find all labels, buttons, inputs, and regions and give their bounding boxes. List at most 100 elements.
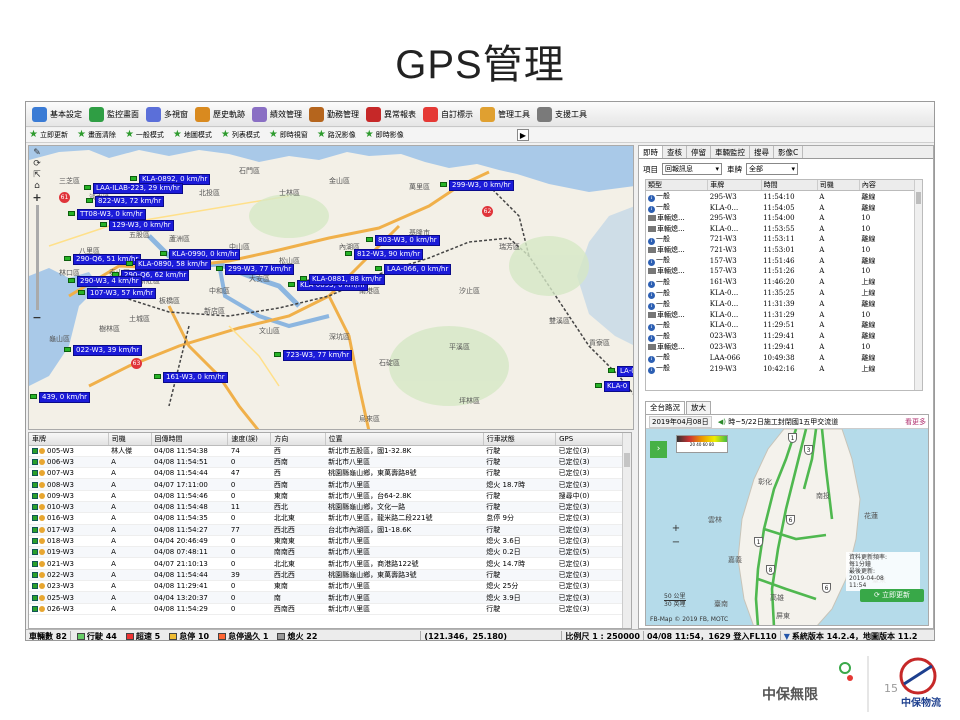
vehicle-icon[interactable] bbox=[78, 290, 85, 295]
grid-header-cell[interactable]: 方向 bbox=[270, 433, 326, 446]
toolbar-button-4[interactable]: 績效管理 bbox=[249, 104, 305, 125]
vehicle-icon[interactable] bbox=[375, 266, 382, 271]
event-row[interactable]: i 一般 161-W3 11:46:20 A 上線 bbox=[646, 277, 916, 288]
table-row[interactable]: 021-W3 A 04/07 21:10:13 0 北北東 新北市八里區，商港路122號熄… bbox=[29, 557, 624, 570]
vehicle-label[interactable]: 299-W3, 0 km/hr bbox=[449, 180, 514, 191]
vehicle-icon[interactable] bbox=[64, 256, 71, 261]
map-poi-marker[interactable]: 63 bbox=[131, 358, 142, 369]
filter-item-select[interactable]: 回報訊息 ▾ bbox=[662, 163, 722, 175]
vehicle-label[interactable]: KLA-0 bbox=[604, 381, 631, 392]
event-row[interactable]: 車輛熄... 295-W3 11:54:00 A 10 bbox=[646, 213, 916, 223]
zoom-in-icon[interactable]: + bbox=[32, 192, 41, 203]
table-row[interactable]: 019-W3 A 04/08 07:48:11 0 南南西 新北市八里區 熄火 0.2日 已定… bbox=[29, 546, 624, 559]
vehicle-icon[interactable] bbox=[300, 276, 307, 281]
grid-scrollbar[interactable] bbox=[622, 433, 631, 628]
vehicle-icon[interactable] bbox=[345, 251, 352, 256]
event-row[interactable]: i 一般 295-W3 11:54:10 A 離線 bbox=[646, 191, 916, 202]
event-row[interactable]: i 一般 023-W3 11:29:41 A 離線 bbox=[646, 331, 916, 342]
vehicle-label[interactable]: 439, 0 km/hr bbox=[39, 392, 91, 403]
traffic-tab-0[interactable]: 全台路況 bbox=[645, 401, 685, 414]
vehicle-icon[interactable] bbox=[68, 211, 75, 216]
play-icon[interactable]: ▶ bbox=[517, 129, 529, 141]
table-row[interactable]: 017-W3 A 04/08 11:54:27 77 西北西 台北市內湖區，國1-18.6… bbox=[29, 524, 624, 536]
traffic-zoom-out-icon[interactable]: − bbox=[670, 536, 682, 550]
vehicle-icon[interactable] bbox=[366, 237, 373, 242]
vehicle-label[interactable]: KLA-0881, 88 km/hr bbox=[309, 274, 385, 285]
vehicle-label[interactable]: 107-W3, 57 km/hr bbox=[87, 288, 157, 299]
vehicle-icon[interactable] bbox=[154, 374, 161, 379]
event-row[interactable]: i 一般 721-W3 11:53:11 A 離線 bbox=[646, 234, 916, 245]
update-now-button[interactable]: ⟳ 立即更新 bbox=[860, 589, 924, 602]
table-row[interactable]: 006-W3 A 04/08 11:54:51 0 西南 新北市八里區 行駛 已定位(3) bbox=[29, 456, 624, 469]
vehicle-label[interactable]: 022-W3, 39 km/hr bbox=[73, 345, 143, 356]
vehicle-icon[interactable] bbox=[126, 261, 133, 266]
traffic-zoom-in-icon[interactable]: + bbox=[670, 522, 682, 536]
vehicle-icon[interactable] bbox=[130, 176, 137, 181]
table-row[interactable]: 026-W3 A 04/08 11:54:29 0 西南西 新北市八里區 行駛 已定位(3) bbox=[29, 603, 624, 615]
event-row[interactable]: i 一般 LAA-066 10:49:38 A 離線 bbox=[646, 352, 916, 364]
grid-header-cell[interactable]: 位置 bbox=[325, 433, 484, 446]
event-row[interactable]: i 一般 157-W3 11:51:46 A 離線 bbox=[646, 255, 916, 267]
vehicle-icon[interactable] bbox=[160, 251, 167, 256]
quick-button-3[interactable]: ★ 地圖模式 bbox=[173, 130, 212, 140]
toolbar-button-3[interactable]: 歷史軌跡 bbox=[192, 104, 248, 125]
grid-header-cell[interactable]: 司機 bbox=[108, 433, 152, 446]
vehicle-icon[interactable] bbox=[440, 182, 447, 187]
vehicle-icon[interactable] bbox=[64, 347, 71, 352]
vehicle-label[interactable]: 803-W3, 0 km/hr bbox=[375, 235, 440, 246]
measure-icon[interactable]: ⇱ bbox=[33, 170, 41, 181]
vehicle-icon[interactable] bbox=[100, 222, 107, 227]
vehicle-icon[interactable] bbox=[86, 198, 93, 203]
table-row[interactable]: 005-W3 林人傑 04/08 11:54:38 74 西新北市五股區，國1-32.8… bbox=[29, 445, 624, 457]
vehicle-label[interactable]: 129-W3, 0 km/hr bbox=[109, 220, 174, 231]
event-row[interactable]: i 一般 KLA-0... 11:31:39 A 離線 bbox=[646, 299, 916, 310]
event-row[interactable]: 車輛熄... 157-W3 11:51:26 A 10 bbox=[646, 266, 916, 276]
vehicle-icon[interactable] bbox=[68, 278, 75, 283]
event-row[interactable]: 車輛熄... 721-W3 11:53:01 A 10 bbox=[646, 245, 916, 255]
vehicle-label[interactable]: 161-W3, 0 km/hr bbox=[163, 372, 228, 383]
vehicle-label[interactable]: LAA-ILAB-223, 29 km/hr bbox=[93, 183, 183, 194]
table-row[interactable]: 025-W3 A 04/04 13:20:37 0 南新北市八里區 熄火 3.9日 已定位(… bbox=[29, 591, 624, 604]
quick-button-5[interactable]: ★ 即時視窗 bbox=[269, 130, 308, 140]
table-row[interactable]: 016-W3 A 04/08 11:54:35 0 北北東 新北市八里區，龍米路二段221… bbox=[29, 512, 624, 525]
event-row[interactable]: 車輛熄... KLA-0... 11:31:29 A 10 bbox=[646, 310, 916, 320]
quick-button-4[interactable]: ★ 列表模式 bbox=[221, 130, 260, 140]
toolbar-button-0[interactable]: 基本設定 bbox=[29, 104, 85, 125]
event-scrollbar[interactable] bbox=[914, 180, 922, 390]
tab-4[interactable]: 搜尋 bbox=[750, 146, 774, 158]
quick-button-6[interactable]: ★ 路況影像 bbox=[317, 130, 356, 140]
traffic-tab-1[interactable]: 放大 bbox=[686, 401, 711, 414]
vehicle-icon[interactable] bbox=[595, 383, 602, 388]
tab-3[interactable]: 車輛監控 bbox=[711, 146, 750, 158]
vehicle-label[interactable]: 290-W3, 4 km/hr bbox=[77, 276, 142, 287]
tab-2[interactable]: 停留 bbox=[687, 146, 711, 158]
vehicle-label[interactable]: 723-W3, 77 km/hr bbox=[283, 350, 353, 361]
toolbar-button-8[interactable]: 管理工具 bbox=[477, 104, 533, 125]
grid-header-cell[interactable]: GPS bbox=[555, 433, 624, 446]
toolbar-button-6[interactable]: 異常報表 bbox=[363, 104, 419, 125]
table-row[interactable]: 009-W3 A 04/08 11:54:46 0 東南 新北市八里區，台64-2.8K 行… bbox=[29, 490, 624, 502]
event-header-cell[interactable]: 類型 bbox=[646, 180, 709, 191]
expand-arrow-icon[interactable]: › bbox=[650, 441, 667, 458]
event-header-cell[interactable]: 車牌 bbox=[707, 180, 762, 191]
event-header-cell[interactable]: 時間 bbox=[761, 180, 818, 191]
event-row[interactable]: i 一般 KLA-0... 11:35:25 A 上線 bbox=[646, 288, 916, 299]
vehicle-label[interactable]: LA-0 bbox=[617, 366, 633, 377]
map-poi-marker[interactable]: 61 bbox=[59, 192, 70, 203]
vehicle-label[interactable]: KLA-0990, 0 km/hr bbox=[169, 249, 241, 260]
vehicle-icon[interactable] bbox=[84, 185, 91, 190]
map-poi-marker[interactable]: 62 bbox=[482, 206, 493, 217]
grid-header-cell[interactable]: 車牌 bbox=[29, 433, 109, 446]
event-row[interactable]: 車輛熄... 023-W3 11:29:41 A 10 bbox=[646, 342, 916, 352]
toolbar-button-5[interactable]: 勤務管理 bbox=[306, 104, 362, 125]
vehicle-label[interactable]: 822-W3, 72 km/hr bbox=[95, 196, 165, 207]
toolbar-button-9[interactable]: 支援工具 bbox=[534, 104, 590, 125]
grid-header-cell[interactable]: 回傳時間 bbox=[151, 433, 229, 446]
grid-header-cell[interactable]: 行車狀態 bbox=[483, 433, 557, 446]
table-row[interactable]: 023-W3 A 04/08 11:29:41 0 東南 新北市八里區 熄火 25分 已定位(… bbox=[29, 580, 624, 593]
rotate-icon[interactable]: ⟳ bbox=[33, 159, 41, 170]
vehicle-label[interactable]: LAA-066, 0 km/hr bbox=[384, 264, 452, 275]
event-row[interactable]: i 一般 219-W3 10:42:16 A 上線 bbox=[646, 363, 916, 375]
event-row[interactable]: i 一般 KLA-0... 11:54:05 A 離線 bbox=[646, 202, 916, 213]
toolbar-button-2[interactable]: 多視窗 bbox=[143, 104, 191, 125]
